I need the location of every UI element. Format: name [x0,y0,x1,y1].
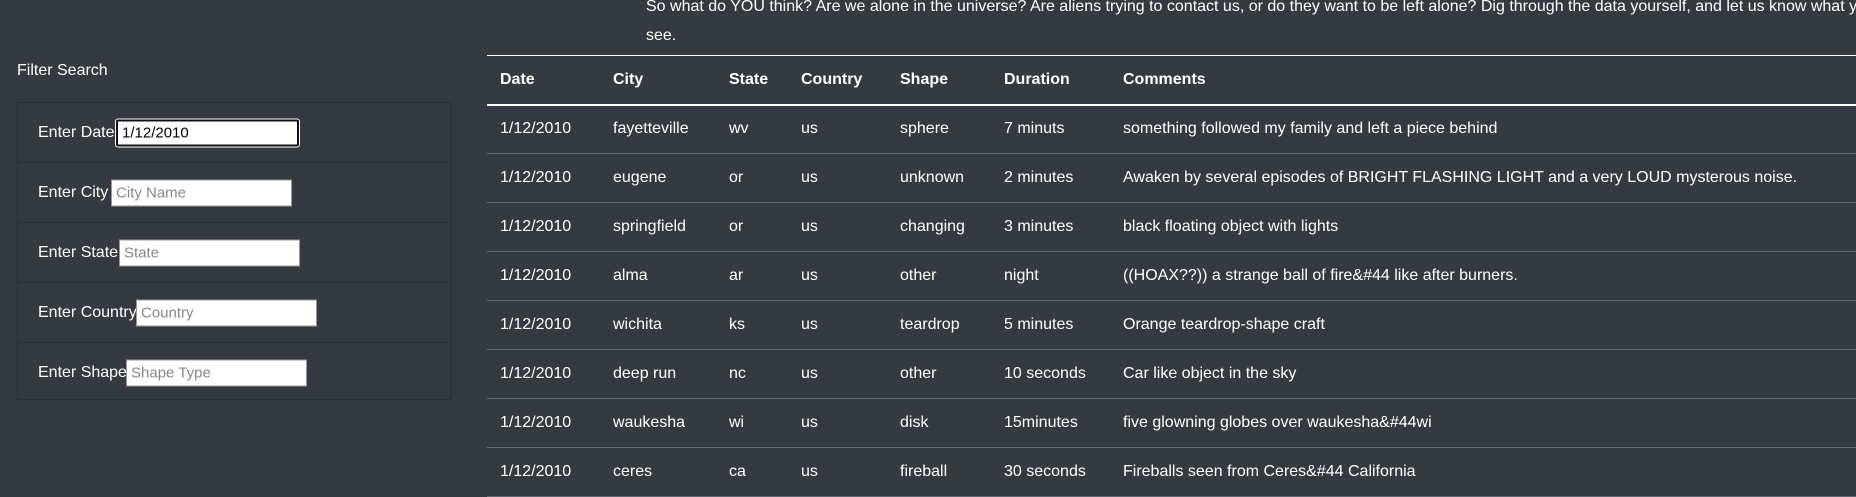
cell-duration: 2 minutes [1004,169,1074,186]
table-row: 1/12/2010 alma ar us other night ((HOAX?… [487,252,1856,301]
intro-text: So what do YOU think? Are we alone in th… [646,0,1856,50]
table-row: 1/12/2010 wichita ks us teardrop 5 minut… [487,301,1856,350]
filter-row-country: Enter Country [18,283,451,343]
header-date: Date [500,70,535,88]
cell-shape: teardrop [900,316,960,333]
cell-city: ceres [613,463,653,480]
country-label: Enter Country [38,303,137,321]
header-comments: Comments [1123,70,1206,88]
cell-state: ca [729,463,746,480]
cell-comments: something followed my family and left a … [1123,120,1498,138]
ufo-sightings-table-wrapper: Date City State Country Shape Duration C… [487,55,1856,497]
cell-country: us [801,169,818,186]
cell-comments: Awaken by several episodes of BRIGHT FLA… [1123,169,1798,186]
cell-duration: night [1004,267,1039,284]
cell-shape: other [900,365,937,382]
cell-duration: 5 minutes [1004,316,1074,333]
table-body: 1/12/2010 fayetteville wv us sphere 7 mi… [487,105,1856,497]
date-label: Enter Date [38,123,115,141]
cell-date: 1/12/2010 [500,169,572,186]
date-input[interactable] [116,119,299,146]
cell-city: alma [613,267,648,284]
table-row: 1/12/2010 waukesha wi us disk 15minutes … [487,399,1856,448]
cell-country: us [801,218,818,235]
filter-row-date: Enter Date [18,103,451,163]
cell-duration: 7 minuts [1004,120,1065,138]
cell-country: us [801,267,818,284]
cell-comments: Fireballs seen from Ceres&#44 California [1123,463,1416,480]
header-city: City [613,70,644,88]
cell-city: fayetteville [613,120,689,138]
cell-duration: 10 seconds [1004,365,1086,382]
cell-state: wv [729,120,749,138]
header-row: Date City State Country Shape Duration C… [487,55,1856,105]
header-state: State [729,70,769,88]
cell-country: us [801,316,818,333]
cell-city: wichita [613,316,662,333]
filter-row-state: Enter State [18,223,451,283]
cell-comments: five glowning globes over waukesha&#44wi [1123,414,1432,431]
cell-duration: 15minutes [1004,414,1078,431]
cell-shape: unknown [900,169,965,186]
cell-state: ks [729,316,745,333]
cell-date: 1/12/2010 [500,316,572,333]
header-shape: Shape [900,70,949,88]
cell-comments: Orange teardrop-shape craft [1123,316,1325,333]
cell-country: us [801,120,818,138]
cell-date: 1/12/2010 [500,463,572,480]
cell-date: 1/12/2010 [500,218,572,235]
cell-city: waukesha [613,414,686,431]
cell-shape: fireball [900,463,948,480]
country-input[interactable] [136,299,317,326]
state-input[interactable] [119,239,300,266]
shape-label: Enter Shape [38,364,127,381]
cell-country: us [801,414,818,431]
cell-shape: sphere [900,120,949,138]
cell-state: nc [729,365,746,382]
filter-row-shape: Enter Shape [18,343,451,403]
cell-date: 1/12/2010 [500,120,572,138]
shape-input[interactable] [126,359,307,387]
filter-form: Enter Date Enter City Enter State Enter … [17,102,452,400]
cell-shape: changing [900,218,965,235]
city-input[interactable] [111,179,292,206]
cell-city: springfield [613,218,686,235]
cell-duration: 30 seconds [1004,463,1086,480]
table-row: 1/12/2010 eugene or us unknown 2 minutes… [487,154,1856,203]
cell-comments: Car like object in the sky [1123,365,1297,382]
table-row: 1/12/2010 ceres ca us fireball 30 second… [487,448,1856,497]
state-label: Enter State [38,243,119,261]
table-row: 1/12/2010 fayetteville wv us sphere 7 mi… [487,105,1856,154]
filter-search-title: Filter Search [17,62,108,79]
city-label: Enter City [38,183,109,201]
intro-line-2: see. [646,27,677,44]
table-row: 1/12/2010 springfield or us changing 3 m… [487,203,1856,252]
cell-date: 1/12/2010 [500,267,572,284]
cell-comments: ((HOAX??)) a strange ball of fire&#44 li… [1123,267,1518,284]
cell-date: 1/12/2010 [500,365,572,382]
cell-shape: other [900,267,937,284]
cell-date: 1/12/2010 [500,414,572,431]
cell-state: ar [729,267,744,284]
cell-state: wi [729,414,745,431]
header-country: Country [801,70,863,88]
table-header: Date City State Country Shape Duration C… [487,55,1856,105]
cell-country: us [801,365,818,382]
intro-line-1: So what do YOU think? Are we alone in th… [646,0,1856,15]
table-row: 1/12/2010 deep run nc us other 10 second… [487,350,1856,399]
cell-duration: 3 minutes [1004,218,1074,235]
filter-row-city: Enter City [18,163,451,223]
cell-city: eugene [613,169,667,186]
cell-shape: disk [900,414,929,431]
cell-country: us [801,463,818,480]
cell-state: or [729,218,744,235]
header-duration: Duration [1004,70,1070,88]
cell-state: or [729,169,744,186]
ufo-sightings-table: Date City State Country Shape Duration C… [487,55,1856,497]
cell-comments: black floating object with lights [1123,218,1339,235]
cell-city: deep run [613,365,677,382]
